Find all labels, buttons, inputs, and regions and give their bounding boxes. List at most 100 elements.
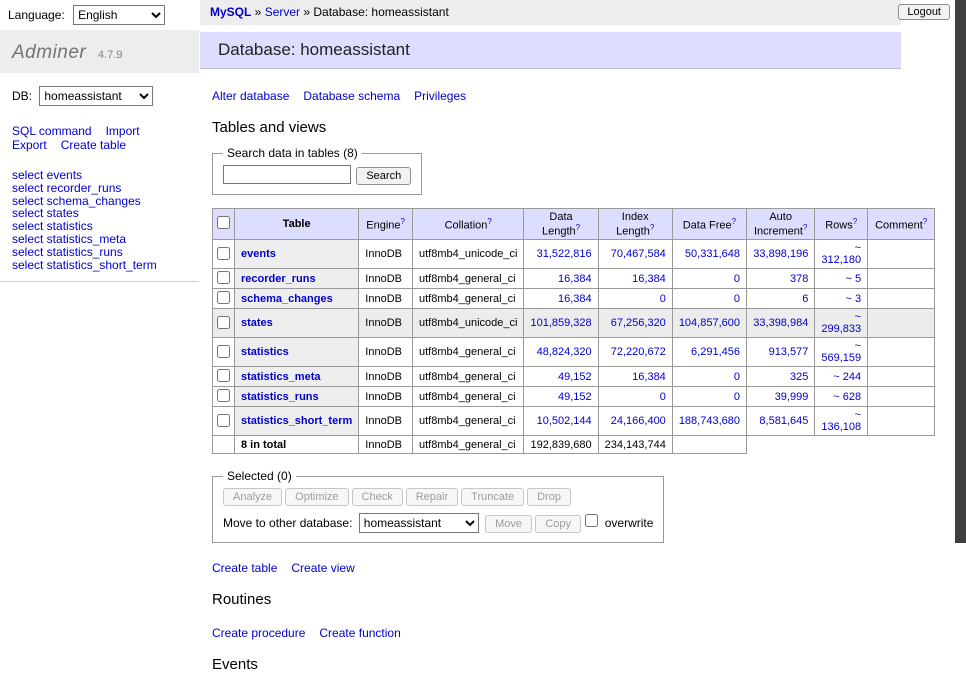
select-all-checkbox[interactable] (217, 216, 230, 229)
sidebar-table-link-select-recorder-runs[interactable]: select recorder_runs (12, 182, 187, 195)
bulk-check-button[interactable]: Check (352, 488, 403, 506)
table-name-link[interactable]: statistics (241, 346, 289, 358)
index-length-link[interactable]: 72,220,672 (611, 346, 666, 358)
sidebar-link-create-table[interactable]: Create table (61, 138, 126, 152)
create-link-create-table[interactable]: Create table (212, 561, 277, 575)
data-free-link[interactable]: 6,291,456 (691, 346, 740, 358)
help-link[interactable]: ? (803, 223, 807, 232)
index-length-link[interactable]: 16,384 (632, 273, 666, 285)
rows-count-link[interactable]: ~ 628 (833, 391, 861, 403)
help-link[interactable]: ? (487, 217, 491, 226)
data-free-link[interactable]: 50,331,648 (685, 248, 740, 260)
help-link[interactable]: ? (650, 223, 654, 232)
move-db-select[interactable]: homeassistant (359, 513, 479, 533)
table-name-link[interactable]: statistics_runs (241, 391, 319, 403)
rows-count-link[interactable]: ~ 312,180 (821, 242, 861, 266)
sidebar-link-export[interactable]: Export (12, 138, 47, 152)
logout-button[interactable]: Logout (898, 4, 950, 20)
table-name-link[interactable]: recorder_runs (241, 273, 316, 285)
db-select[interactable]: homeassistant (39, 86, 153, 106)
bulk-truncate-button[interactable]: Truncate (461, 488, 524, 506)
db-link-alter-database[interactable]: Alter database (212, 89, 289, 103)
bulk-analyze-button[interactable]: Analyze (223, 488, 282, 506)
data-free-link[interactable]: 188,743,680 (679, 415, 740, 427)
auto-increment-link[interactable]: 913,577 (769, 346, 809, 358)
data-length-link[interactable]: 101,859,328 (530, 317, 591, 329)
bulk-optimize-button[interactable]: Optimize (285, 488, 348, 506)
index-length-link[interactable]: 0 (660, 391, 666, 403)
overwrite-label[interactable]: overwrite (605, 516, 654, 530)
row-checkbox[interactable] (217, 389, 230, 402)
index-length-link[interactable]: 16,384 (632, 371, 666, 383)
data-free-link[interactable]: 0 (734, 391, 740, 403)
table-name-link[interactable]: schema_changes (241, 293, 333, 305)
rows-count-link[interactable]: ~ 244 (833, 371, 861, 383)
data-free-link[interactable]: 0 (734, 293, 740, 305)
db-link-database-schema[interactable]: Database schema (303, 89, 400, 103)
table-name-link[interactable]: statistics_short_term (241, 415, 352, 427)
index-length-link[interactable]: 67,256,320 (611, 317, 666, 329)
table-name-link[interactable]: states (241, 317, 273, 329)
data-length-link[interactable]: 49,152 (558, 391, 592, 403)
auto-increment-link[interactable]: 39,999 (775, 391, 809, 403)
table-name-link[interactable]: statistics_meta (241, 371, 321, 383)
row-checkbox[interactable] (217, 316, 230, 329)
bulk-repair-button[interactable]: Repair (406, 488, 458, 506)
sidebar-table-link-select-events[interactable]: select events (12, 169, 187, 182)
sidebar-table-link-select-statistics-meta[interactable]: select statistics_meta (12, 233, 187, 246)
create-link-create-view[interactable]: Create view (291, 561, 354, 575)
data-length-link[interactable]: 10,502,144 (537, 415, 592, 427)
row-checkbox[interactable] (217, 414, 230, 427)
auto-increment-link[interactable]: 8,581,645 (759, 415, 808, 427)
help-link[interactable]: ? (732, 217, 736, 226)
index-length-link[interactable]: 70,467,584 (611, 248, 666, 260)
data-free-link[interactable]: 0 (734, 371, 740, 383)
sidebar-table-link-select-statistics-runs[interactable]: select statistics_runs (12, 246, 187, 259)
row-checkbox[interactable] (217, 345, 230, 358)
rows-count-link[interactable]: ~ 5 (846, 273, 862, 285)
routine-link-create-function[interactable]: Create function (319, 626, 400, 640)
auto-increment-link[interactable]: 378 (790, 273, 808, 285)
data-length-link[interactable]: 31,522,816 (537, 248, 592, 260)
row-checkbox[interactable] (217, 247, 230, 260)
sidebar-link-sql-command[interactable]: SQL command (12, 124, 92, 138)
breadcrumb-link-mysql[interactable]: MySQL (210, 5, 251, 19)
rows-count-link[interactable]: ~ 3 (846, 293, 862, 305)
copy-button[interactable]: Copy (535, 515, 581, 533)
auto-increment-link[interactable]: 6 (802, 293, 808, 305)
sidebar-link-import[interactable]: Import (106, 124, 140, 138)
row-checkbox[interactable] (217, 271, 230, 284)
search-input[interactable] (223, 165, 351, 184)
help-link[interactable]: ? (853, 217, 857, 226)
move-button[interactable]: Move (485, 515, 532, 533)
data-length-link[interactable]: 49,152 (558, 371, 592, 383)
scrollbar[interactable] (955, 0, 966, 543)
rows-count-link[interactable]: ~ 136,108 (821, 409, 861, 433)
rows-count-link[interactable]: ~ 299,833 (821, 311, 861, 335)
data-length-link[interactable]: 16,384 (558, 293, 592, 305)
overwrite-checkbox[interactable] (585, 514, 598, 527)
data-length-link[interactable]: 16,384 (558, 273, 592, 285)
auto-increment-link[interactable]: 33,398,984 (753, 317, 808, 329)
index-length-link[interactable]: 24,166,400 (611, 415, 666, 427)
rows-count-link[interactable]: ~ 569,159 (821, 340, 861, 364)
index-length-link[interactable]: 0 (660, 293, 666, 305)
bulk-drop-button[interactable]: Drop (527, 488, 571, 506)
help-link[interactable]: ? (923, 217, 927, 226)
data-free-link[interactable]: 0 (734, 273, 740, 285)
routine-link-create-procedure[interactable]: Create procedure (212, 626, 305, 640)
row-checkbox[interactable] (217, 369, 230, 382)
help-link[interactable]: ? (576, 223, 580, 232)
search-button[interactable]: Search (356, 167, 411, 185)
row-checkbox[interactable] (217, 291, 230, 304)
table-name-link[interactable]: events (241, 248, 276, 260)
breadcrumb-link-server[interactable]: Server (265, 5, 300, 19)
help-link[interactable]: ? (401, 217, 405, 226)
data-length-link[interactable]: 48,824,320 (537, 346, 592, 358)
app-name[interactable]: Adminer (12, 42, 86, 63)
data-free-link[interactable]: 104,857,600 (679, 317, 740, 329)
sidebar-table-link-select-statistics-short-term[interactable]: select statistics_short_term (12, 259, 187, 272)
auto-increment-link[interactable]: 325 (790, 371, 808, 383)
auto-increment-link[interactable]: 33,898,196 (753, 248, 808, 260)
db-link-privileges[interactable]: Privileges (414, 89, 466, 103)
